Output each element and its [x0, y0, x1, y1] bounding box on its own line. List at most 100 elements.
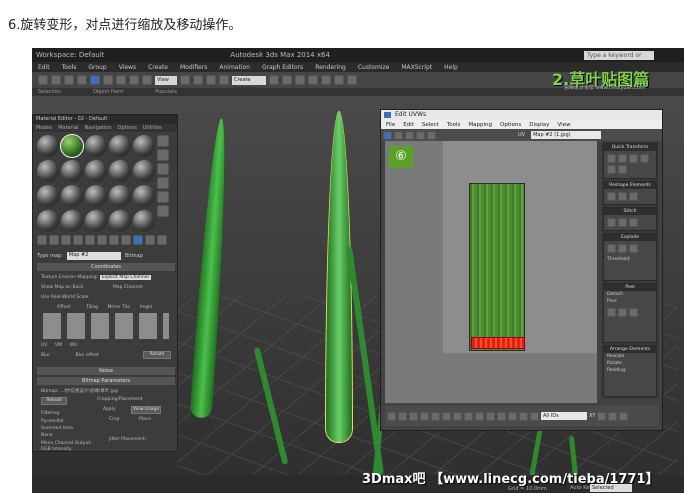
material-slot[interactable] — [109, 185, 131, 207]
auto-key-button[interactable]: Auto Key — [570, 485, 592, 491]
grow-icon[interactable] — [431, 411, 440, 421]
get-material-icon[interactable] — [37, 235, 47, 245]
video-check-icon[interactable] — [157, 191, 169, 203]
align-x-icon[interactable] — [607, 154, 616, 163]
redo-icon[interactable] — [51, 75, 61, 85]
mat-menu-modes[interactable]: Modes — [36, 125, 52, 131]
align-icon[interactable] — [282, 75, 292, 85]
backlight-icon[interactable] — [157, 149, 169, 161]
element-mode-icon[interactable] — [420, 411, 429, 421]
curve-editor-icon[interactable] — [308, 75, 318, 85]
material-slot[interactable] — [61, 185, 83, 207]
menu-help[interactable]: Help — [444, 64, 458, 71]
peel-header[interactable]: Peel — [604, 284, 656, 291]
material-slot[interactable] — [109, 160, 131, 182]
rotate-90-icon[interactable] — [629, 154, 638, 163]
uvw-menu-file[interactable]: File — [386, 122, 395, 128]
rotate-icon[interactable] — [129, 75, 139, 85]
arrange-header[interactable]: Arrange Elements — [604, 346, 656, 353]
mat-menu-material[interactable]: Material — [58, 125, 78, 131]
rescale-checkbox[interactable]: Rescale — [604, 353, 656, 360]
rotate-minus-90-icon[interactable] — [640, 154, 649, 163]
paint-select-icon[interactable] — [475, 411, 484, 421]
edge-mode-icon[interactable] — [398, 411, 407, 421]
rotate-checkbox[interactable]: Rotate — [604, 360, 656, 367]
rgb-intensity-radio[interactable]: RGB Intensity — [41, 447, 72, 452]
material-slot[interactable] — [133, 185, 155, 207]
straighten-icon[interactable] — [607, 192, 616, 201]
undo-icon[interactable] — [38, 75, 48, 85]
filter-summed-area[interactable]: Summed Area — [41, 426, 73, 431]
texture-radio[interactable]: Texture — [41, 275, 57, 280]
bitmap-params-rollout[interactable]: Bitmap Parameters — [37, 377, 175, 385]
material-slot[interactable] — [61, 160, 83, 182]
search-input[interactable]: Type a keyword or phrase — [584, 50, 654, 68]
menu-graph-editors[interactable]: Graph Editors — [262, 64, 303, 71]
material-slot[interactable] — [85, 135, 107, 157]
reset-map-icon[interactable] — [73, 235, 83, 245]
uvw-menu-options[interactable]: Options — [500, 122, 521, 128]
pivot-icon[interactable] — [180, 75, 190, 85]
angle-snap-icon[interactable] — [206, 75, 216, 85]
uv-canvas[interactable] — [385, 141, 597, 403]
stitch-target-icon[interactable] — [607, 218, 616, 227]
menu-rendering[interactable]: Rendering — [315, 64, 346, 71]
map-select[interactable]: Map #2 (1.jpg) — [531, 131, 602, 139]
selected-filter-select[interactable]: Selected — [590, 484, 632, 492]
space-h-icon[interactable] — [607, 165, 616, 174]
real-world-checkbox[interactable]: Use Real-World Scale — [41, 295, 88, 300]
select-region-icon[interactable] — [103, 75, 113, 85]
menu-views[interactable]: Views — [119, 64, 136, 71]
menu-create[interactable]: Create — [148, 64, 168, 71]
id-filter-select[interactable]: All IDs — [541, 412, 587, 420]
uv-tiling-icon[interactable] — [157, 177, 169, 189]
environ-radio[interactable]: Environ — [59, 275, 76, 280]
weld-icon[interactable] — [618, 244, 627, 253]
ribbon-populate[interactable]: Populate — [155, 89, 177, 95]
material-slot-active[interactable] — [60, 134, 84, 158]
snap-icon[interactable] — [193, 75, 203, 85]
move-icon[interactable] — [116, 75, 126, 85]
uvw-menu-mapping[interactable]: Mapping — [468, 122, 492, 128]
material-slot[interactable] — [133, 210, 155, 232]
material-slot[interactable] — [37, 185, 59, 207]
stitch-header[interactable]: Stitch — [604, 208, 656, 215]
stitch-source-icon[interactable] — [629, 218, 638, 227]
sample-type-icon[interactable] — [157, 135, 169, 147]
material-slot[interactable] — [37, 135, 59, 157]
weld-selected-icon[interactable] — [629, 244, 638, 253]
circle-icon[interactable] — [629, 192, 638, 201]
filter-icon[interactable] — [530, 411, 539, 421]
mat-menu-options[interactable]: Options — [118, 125, 137, 131]
zoom-extents-icon[interactable] — [619, 411, 629, 421]
material-slot[interactable] — [109, 210, 131, 232]
break-icon[interactable] — [607, 244, 616, 253]
material-editor-icon[interactable] — [321, 75, 331, 85]
material-slot[interactable] — [133, 135, 155, 157]
uv-mirror-icon[interactable] — [427, 130, 436, 140]
assign-material-icon[interactable] — [61, 235, 71, 245]
render-icon[interactable] — [347, 75, 357, 85]
unpin-icon[interactable] — [618, 308, 627, 317]
background-icon[interactable] — [157, 163, 169, 175]
reshape-header[interactable]: Reshape Elements — [604, 182, 656, 189]
reset-peel-icon[interactable] — [629, 308, 638, 317]
uv-radio[interactable]: UV — [41, 343, 47, 348]
put-library-icon[interactable] — [109, 235, 119, 245]
show-map-icon[interactable] — [133, 235, 143, 245]
mat-menu-utilities[interactable]: Utilities — [143, 125, 162, 131]
menu-customize[interactable]: Customize — [358, 64, 390, 71]
freeze-icon[interactable] — [519, 411, 528, 421]
apply-checkbox[interactable]: Apply — [103, 407, 116, 412]
menu-edit[interactable]: Edit — [38, 64, 50, 71]
unlink-icon[interactable] — [77, 75, 87, 85]
mat-menu-navigation[interactable]: Navigation — [85, 125, 112, 131]
put-to-scene-icon[interactable] — [49, 235, 59, 245]
filter-none[interactable]: None — [41, 433, 53, 438]
menu-tools[interactable]: Tools — [62, 64, 77, 71]
pan-icon[interactable] — [597, 411, 607, 421]
menu-maxscript[interactable]: MAXScript — [401, 64, 432, 71]
zoom-icon[interactable] — [608, 411, 618, 421]
view-select[interactable]: View — [155, 75, 177, 85]
material-slot[interactable] — [85, 185, 107, 207]
